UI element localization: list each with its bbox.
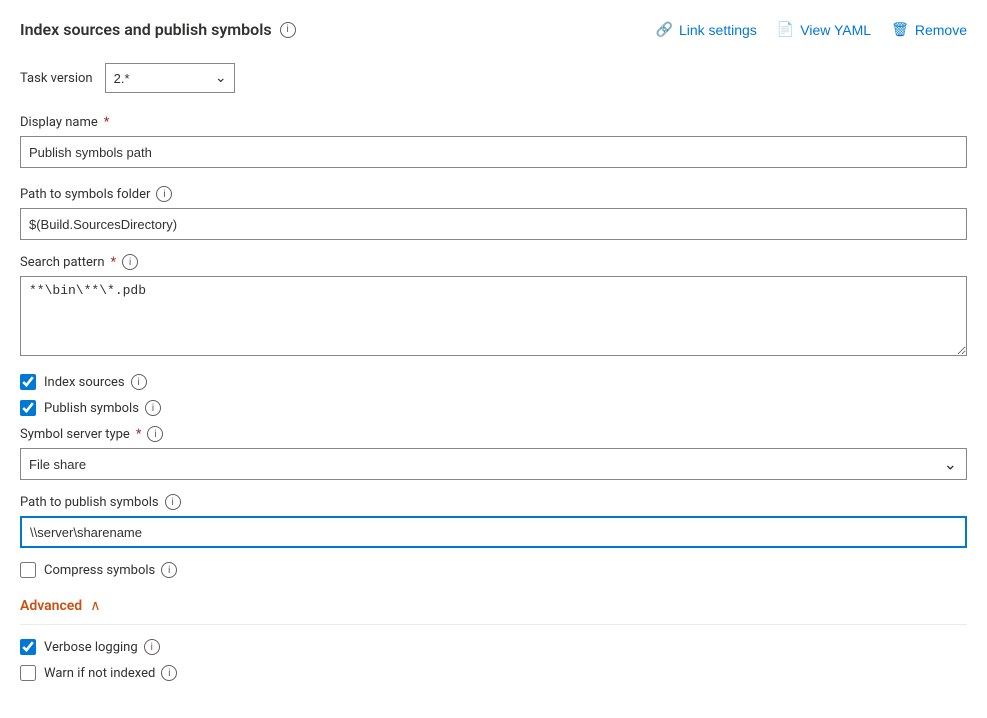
symbol-server-required-star: *: [136, 427, 142, 442]
path-publish-symbols-row: Path to publish symbols i: [20, 494, 967, 548]
advanced-section: Advanced ∧ Verbose logging i Warn if not…: [20, 598, 967, 681]
verbose-logging-info-icon[interactable]: i: [144, 639, 160, 655]
publish-symbols-info-icon[interactable]: i: [145, 400, 161, 416]
advanced-header[interactable]: Advanced ∧: [20, 598, 967, 625]
compress-symbols-info-icon[interactable]: i: [161, 562, 177, 578]
search-pattern-row: Search pattern * i **\bin\**\*.pdb: [20, 254, 967, 360]
header-left: Index sources and publish symbols i: [20, 20, 296, 39]
warn-not-indexed-row: Warn if not indexed i: [20, 665, 967, 681]
publish-symbols-label: Publish symbols i: [44, 400, 161, 416]
index-sources-label: Index sources i: [44, 374, 147, 390]
path-symbols-folder-row: Path to symbols folder i: [20, 186, 967, 240]
symbol-server-type-select[interactable]: File share Azure Artifacts: [20, 448, 967, 480]
yaml-icon: 📄: [777, 21, 794, 38]
symbol-server-type-wrapper: File share Azure Artifacts: [20, 448, 967, 480]
symbol-server-info-icon[interactable]: i: [147, 426, 163, 442]
warn-not-indexed-checkbox[interactable]: [20, 665, 36, 681]
remove-icon: 🗑: [891, 21, 909, 38]
path-publish-symbols-input[interactable]: [20, 516, 967, 548]
path-symbols-folder-label: Path to symbols folder i: [20, 186, 967, 202]
path-symbols-folder-input[interactable]: [20, 208, 967, 240]
symbol-server-type-label: Symbol server type * i: [20, 426, 967, 442]
verbose-logging-checkbox[interactable]: [20, 639, 36, 655]
task-version-row: Task version 2.* 1.*: [20, 63, 967, 93]
compress-symbols-label: Compress symbols i: [44, 562, 177, 578]
task-version-wrapper: 2.* 1.*: [105, 63, 235, 93]
header-actions: 🔗 Link settings 📄 View YAML 🗑 Remove: [656, 21, 967, 38]
remove-button[interactable]: 🗑 Remove: [891, 21, 967, 38]
symbol-server-type-row: Symbol server type * i File share Azure …: [20, 426, 967, 480]
page-container: Index sources and publish symbols i 🔗 Li…: [0, 0, 987, 718]
path-symbols-info-icon[interactable]: i: [156, 186, 172, 202]
page-title: Index sources and publish symbols: [20, 20, 272, 39]
task-version-label: Task version: [20, 71, 93, 86]
title-info-icon[interactable]: i: [280, 22, 296, 38]
path-publish-symbols-label: Path to publish symbols i: [20, 494, 967, 510]
task-version-select[interactable]: 2.* 1.*: [105, 63, 235, 93]
search-pattern-textarea[interactable]: **\bin\**\*.pdb: [20, 276, 967, 356]
warn-not-indexed-info-icon[interactable]: i: [161, 665, 177, 681]
header: Index sources and publish symbols i 🔗 Li…: [20, 20, 967, 39]
link-icon: 🔗: [656, 21, 673, 38]
warn-not-indexed-label: Warn if not indexed i: [44, 665, 177, 681]
index-sources-checkbox[interactable]: [20, 374, 36, 390]
search-pattern-info-icon[interactable]: i: [122, 254, 138, 270]
link-settings-button[interactable]: 🔗 Link settings: [656, 21, 757, 38]
index-sources-info-icon[interactable]: i: [131, 374, 147, 390]
verbose-logging-label: Verbose logging i: [44, 639, 160, 655]
advanced-title: Advanced: [20, 598, 82, 614]
view-yaml-button[interactable]: 📄 View YAML: [777, 21, 871, 38]
search-required-star: *: [111, 255, 117, 270]
chevron-up-icon: ∧: [90, 598, 100, 614]
compress-symbols-checkbox[interactable]: [20, 562, 36, 578]
path-publish-symbols-info-icon[interactable]: i: [165, 494, 181, 510]
display-name-input[interactable]: [20, 136, 967, 168]
compress-symbols-row: Compress symbols i: [20, 562, 967, 578]
search-pattern-label: Search pattern * i: [20, 254, 967, 270]
display-name-label: Display name *: [20, 115, 967, 130]
required-star: *: [104, 115, 110, 130]
publish-symbols-checkbox[interactable]: [20, 400, 36, 416]
verbose-logging-row: Verbose logging i: [20, 639, 967, 655]
publish-symbols-row: Publish symbols i: [20, 400, 967, 416]
display-name-section: Display name *: [20, 115, 967, 168]
index-sources-row: Index sources i: [20, 374, 967, 390]
